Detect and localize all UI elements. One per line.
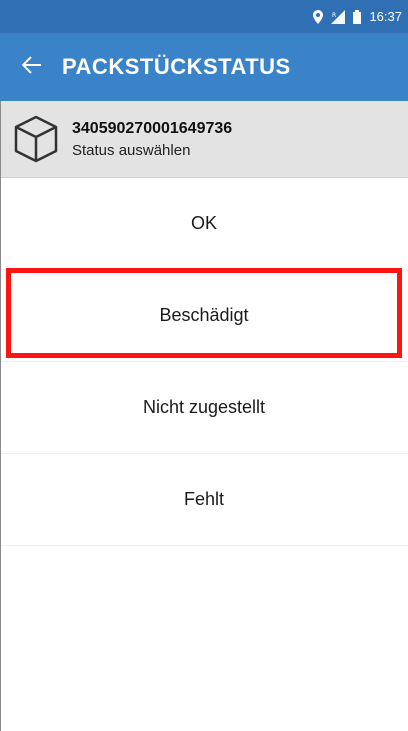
status-time: 16:37 [369,9,402,24]
package-box-icon [0,114,72,164]
battery-icon [353,9,362,24]
option-not-delivered[interactable]: Nicht zugestellt [0,362,408,454]
page-title: PACKSTÜCKSTATUS [62,54,291,79]
screen-edge [0,101,1,731]
parcel-number: 340590270001649736 [72,119,233,137]
location-icon [313,9,324,24]
svg-text:R: R [332,12,336,19]
parcel-subtitle: Status auswählen [72,141,191,159]
status-options-list: OK Beschädigt Nicht zugestellt Fehlt [0,178,408,546]
app-bar: PACKSTÜCKSTATUS [0,33,408,101]
option-damaged[interactable]: Beschädigt [0,270,408,362]
status-bar: R 16:37 [0,0,408,33]
arrow-left-icon [21,55,41,79]
parcel-header: 340590270001649736 Status auswählen [0,101,408,178]
back-button[interactable] [0,33,62,101]
option-missing[interactable]: Fehlt [0,454,408,546]
option-ok[interactable]: OK [0,178,408,270]
signal-icon: R [331,9,346,24]
